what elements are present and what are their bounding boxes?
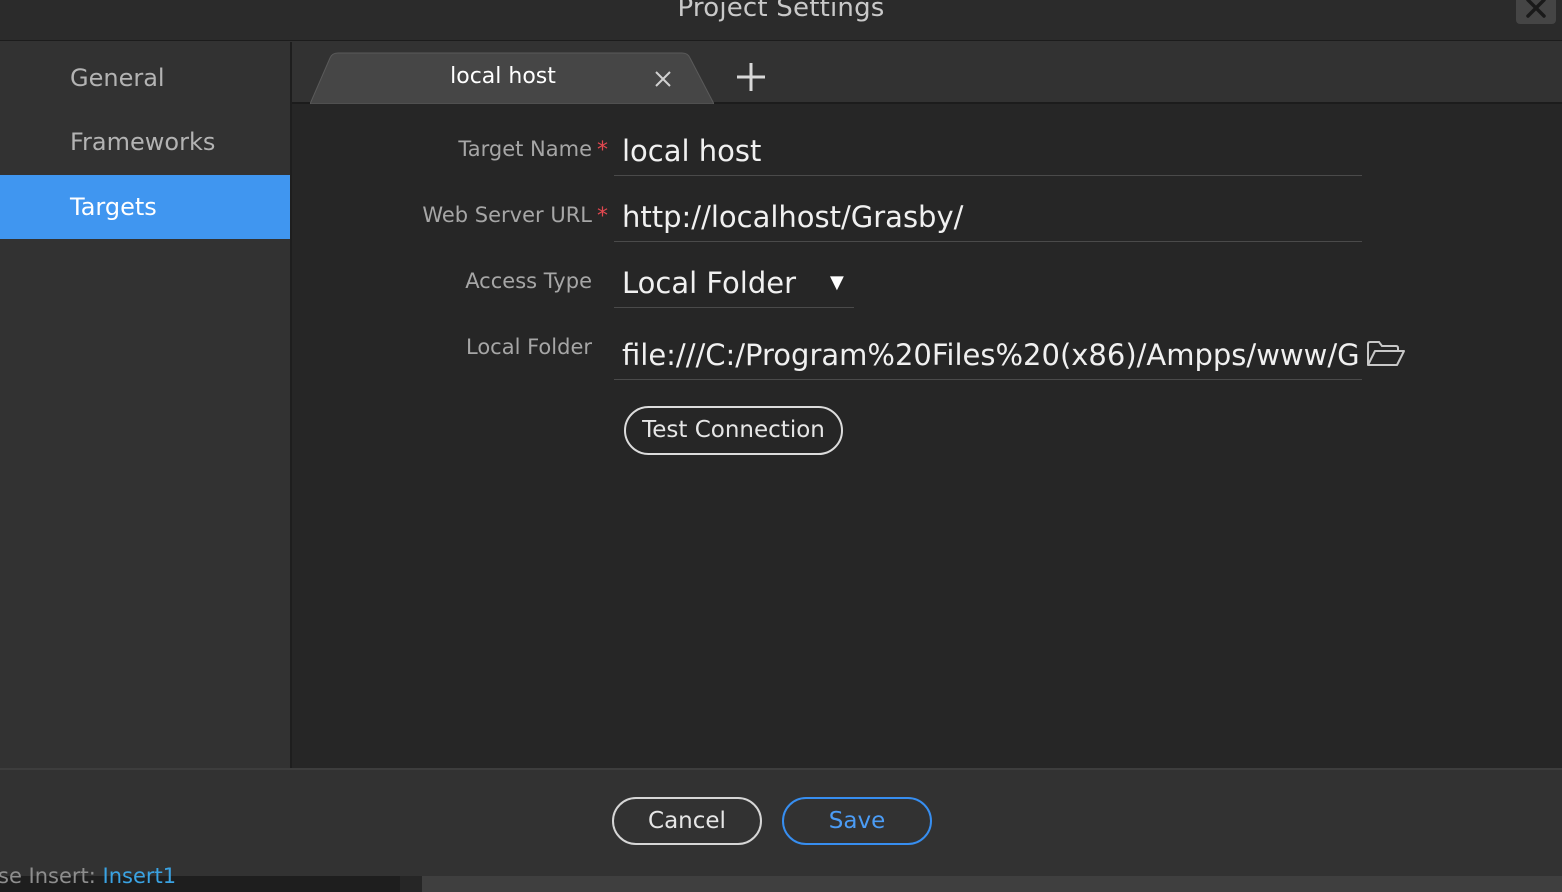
cancel-button[interactable]: Cancel: [612, 797, 762, 845]
sidebar-item-frameworks[interactable]: Frameworks: [0, 110, 290, 174]
editor-status-text: se Insert: Insert1: [0, 864, 176, 888]
access-type-label: Access Type: [465, 269, 592, 293]
background-editor: se Insert: Insert1: [0, 864, 1562, 892]
dialog-close-button[interactable]: [1516, 0, 1556, 24]
target-name-label: Target Name: [458, 137, 592, 161]
plus-icon: [737, 63, 765, 91]
status-link[interactable]: Insert1: [103, 864, 177, 888]
test-connection-button[interactable]: Test Connection: [624, 406, 843, 455]
tab-local-host[interactable]: local host: [310, 52, 714, 104]
targets-panel: local host Target Name * local host Web …: [292, 42, 1562, 768]
status-prefix: se Insert:: [0, 864, 103, 888]
settings-sidebar: General Frameworks Targets: [0, 42, 290, 768]
sidebar-item-general[interactable]: General: [0, 46, 290, 110]
dialog-title-bar: Project Settings: [0, 0, 1562, 41]
tab-label: local host: [450, 64, 556, 89]
target-name-input[interactable]: local host: [614, 126, 1362, 176]
local-folder-input[interactable]: file:///C:/Program%20Files%20(x86)/Ampps…: [614, 330, 1362, 380]
web-server-url-input[interactable]: http://localhost/Grasby/: [614, 192, 1362, 242]
tab-close-button[interactable]: [652, 68, 674, 90]
editor-gutter: [400, 876, 422, 892]
local-folder-label: Local Folder: [466, 335, 592, 359]
close-icon: [655, 71, 671, 87]
project-settings-dialog: Project Settings General Frameworks Targ…: [0, 0, 1562, 892]
dialog-footer: Cancel Save: [0, 768, 1562, 876]
required-mark: *: [597, 138, 608, 163]
target-tabstrip: local host: [292, 42, 1562, 104]
close-icon: [1526, 0, 1546, 18]
sidebar-item-targets[interactable]: Targets: [0, 175, 290, 239]
required-mark: *: [597, 204, 608, 229]
dialog-title: Project Settings: [677, 0, 885, 23]
folder-open-icon[interactable]: [1366, 340, 1406, 368]
access-type-select[interactable]: Local Folder: [614, 258, 854, 308]
web-server-url-label: Web Server URL: [422, 203, 592, 227]
chevron-down-icon: ▼: [830, 272, 844, 293]
editor-panel: [422, 876, 1562, 892]
save-button[interactable]: Save: [782, 797, 932, 845]
access-type-value: Local Folder: [622, 266, 796, 300]
add-target-button[interactable]: [734, 60, 768, 94]
